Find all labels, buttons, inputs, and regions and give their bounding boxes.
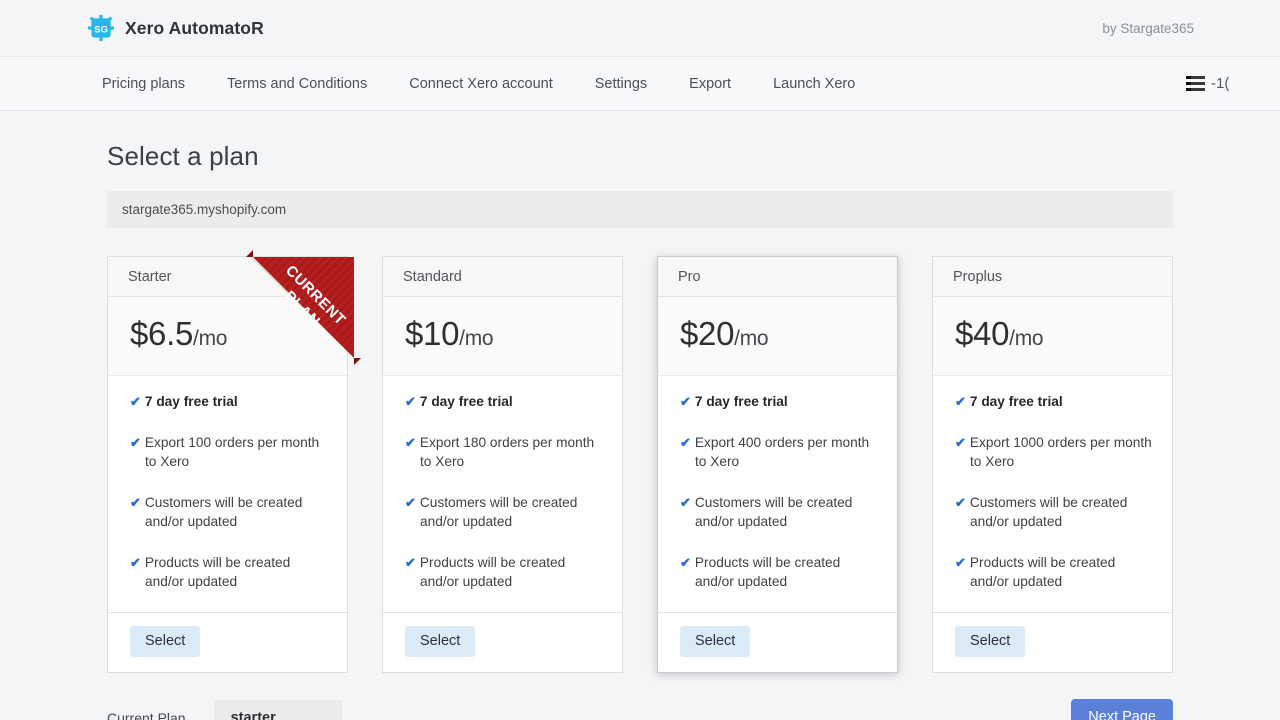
check-icon: ✔ <box>130 435 141 450</box>
list-icon <box>1186 76 1205 91</box>
select-button-standard[interactable]: Select <box>405 626 475 658</box>
feature-item: ✔Customers will be created and/or update… <box>680 493 877 532</box>
check-icon: ✔ <box>955 495 966 510</box>
select-button-proplus[interactable]: Select <box>955 626 1025 658</box>
feature-item: ✔7 day free trial <box>405 392 602 412</box>
feature-item: ✔Customers will be created and/or update… <box>405 493 602 532</box>
plan-footer-pro: Select <box>658 612 897 673</box>
plan-price-pro: $20/mo <box>680 315 768 352</box>
feature-item: ✔Customers will be created and/or update… <box>955 493 1152 532</box>
plan-card-pro[interactable]: Pro $20/mo ✔7 day free trial ✔Export 400… <box>657 256 898 673</box>
app-header: SG Xero AutomatoR by Stargate365 <box>0 0 1280 56</box>
sg-gear-logo-icon: SG <box>88 15 114 41</box>
plan-card-standard[interactable]: Standard $10/mo ✔7 day free trial ✔Expor… <box>382 256 623 673</box>
plan-card-starter[interactable]: CURRENT PLAN Starter $6.5/mo ✔7 day free… <box>107 256 348 673</box>
plan-price-block-pro: $20/mo <box>658 297 897 376</box>
footer-row: Current Plan starter Next Page <box>88 699 1192 720</box>
nav-item-export[interactable]: Export <box>668 76 752 92</box>
nav-item-terms-and-conditions[interactable]: Terms and Conditions <box>206 76 388 92</box>
brand[interactable]: SG Xero AutomatoR <box>88 15 264 41</box>
plan-features-standard: ✔7 day free trial ✔Export 180 orders per… <box>383 376 622 612</box>
feature-item: ✔Products will be created and/or updated <box>955 553 1152 592</box>
plan-features-proplus: ✔7 day free trial ✔Export 1000 orders pe… <box>933 376 1172 612</box>
app-title: Xero AutomatoR <box>125 18 264 39</box>
feature-item: ✔7 day free trial <box>680 392 877 412</box>
plan-price-block-proplus: $40/mo <box>933 297 1172 376</box>
check-icon: ✔ <box>680 394 691 409</box>
page-title: Select a plan <box>88 141 1192 172</box>
feature-item: ✔Customers will be created and/or update… <box>130 493 327 532</box>
page-content: Select a plan stargate365.myshopify.com <box>0 141 1280 720</box>
plan-footer-standard: Select <box>383 612 622 673</box>
plan-features-starter: ✔7 day free trial ✔Export 100 orders per… <box>108 376 347 612</box>
check-icon: ✔ <box>130 495 141 510</box>
check-icon: ✔ <box>130 394 141 409</box>
nav-right-widget[interactable]: -1( <box>1162 57 1280 110</box>
feature-item: ✔Products will be created and/or updated <box>680 553 877 592</box>
plan-price-starter: $6.5/mo <box>130 315 227 352</box>
check-icon: ✔ <box>955 555 966 570</box>
check-icon: ✔ <box>405 394 416 409</box>
check-icon: ✔ <box>405 435 416 450</box>
feature-item: ✔Products will be created and/or updated <box>405 553 602 592</box>
nav-item-connect-xero-account[interactable]: Connect Xero account <box>388 76 573 92</box>
check-icon: ✔ <box>405 555 416 570</box>
feature-item: ✔Export 400 orders per month to Xero <box>680 433 877 472</box>
plan-name-starter: Starter <box>108 257 347 297</box>
feature-item: ✔Export 180 orders per month to Xero <box>405 433 602 472</box>
svg-text:SG: SG <box>94 24 108 35</box>
plan-card-grid: CURRENT PLAN Starter $6.5/mo ✔7 day free… <box>88 256 1192 673</box>
nav-item-launch-xero[interactable]: Launch Xero <box>752 76 876 92</box>
nav-item-settings[interactable]: Settings <box>574 76 668 92</box>
feature-item: ✔Export 100 orders per month to Xero <box>130 433 327 472</box>
plan-price-standard: $10/mo <box>405 315 493 352</box>
next-page-button[interactable]: Next Page <box>1071 699 1173 720</box>
plan-name-pro: Pro <box>658 257 897 297</box>
plan-footer-starter: Select <box>108 612 347 673</box>
check-icon: ✔ <box>405 495 416 510</box>
plan-price-proplus: $40/mo <box>955 315 1043 352</box>
plan-features-pro: ✔7 day free trial ✔Export 400 orders per… <box>658 376 897 612</box>
nav-list: Pricing plans Terms and Conditions Conne… <box>88 76 876 92</box>
shop-domain-bar: stargate365.myshopify.com <box>107 191 1173 228</box>
check-icon: ✔ <box>680 555 691 570</box>
shop-domain-text: stargate365.myshopify.com <box>122 202 286 217</box>
plan-card-proplus[interactable]: Proplus $40/mo ✔7 day free trial ✔Export… <box>932 256 1173 673</box>
plan-footer-proplus: Select <box>933 612 1172 673</box>
main-nav: Pricing plans Terms and Conditions Conne… <box>0 56 1280 111</box>
plan-price-block-standard: $10/mo <box>383 297 622 376</box>
nav-item-pricing-plans[interactable]: Pricing plans <box>88 76 206 92</box>
check-icon: ✔ <box>680 495 691 510</box>
check-icon: ✔ <box>130 555 141 570</box>
feature-item: ✔7 day free trial <box>130 392 327 412</box>
check-icon: ✔ <box>680 435 691 450</box>
brand-attribution: by Stargate365 <box>1102 21 1194 36</box>
feature-item: ✔7 day free trial <box>955 392 1152 412</box>
feature-item: ✔Products will be created and/or updated <box>130 553 327 592</box>
plan-name-standard: Standard <box>383 257 622 297</box>
check-icon: ✔ <box>955 435 966 450</box>
plan-price-block-starter: $6.5/mo <box>108 297 347 376</box>
feature-item: ✔Export 1000 orders per month to Xero <box>955 433 1152 472</box>
check-icon: ✔ <box>955 394 966 409</box>
select-button-starter[interactable]: Select <box>130 626 200 658</box>
nav-right-label: -1( <box>1211 75 1229 92</box>
select-button-pro[interactable]: Select <box>680 626 750 658</box>
plan-name-proplus: Proplus <box>933 257 1172 297</box>
current-plan-label: Current Plan <box>107 710 186 720</box>
current-plan-value: starter <box>214 700 342 720</box>
